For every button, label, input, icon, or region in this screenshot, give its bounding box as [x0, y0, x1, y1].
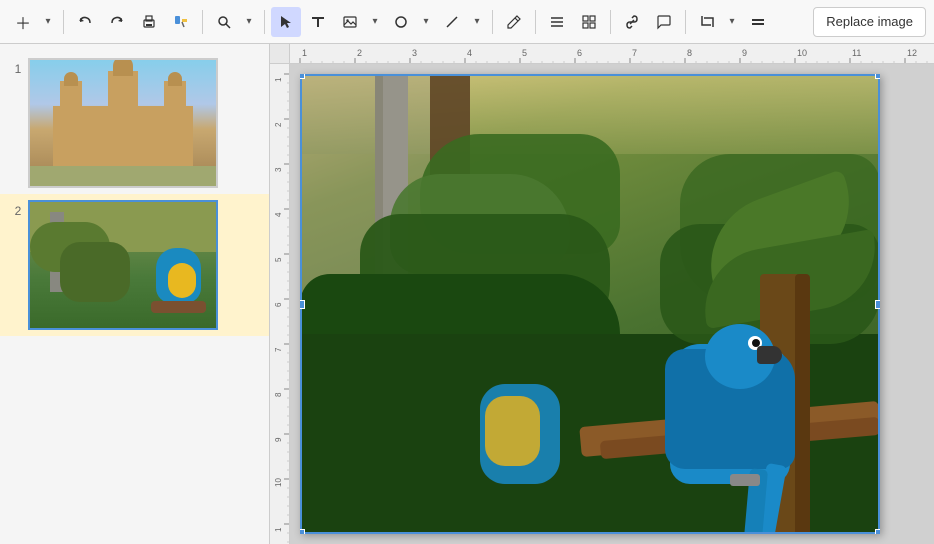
- ruler-corner: [270, 44, 290, 64]
- svg-text:9: 9: [742, 48, 747, 58]
- sep5: [535, 10, 536, 34]
- svg-text:10: 10: [274, 478, 283, 487]
- handle-bl[interactable]: [300, 529, 305, 534]
- layout-btn[interactable]: [574, 7, 604, 37]
- crop-dropdown-btn[interactable]: ▾: [723, 7, 741, 37]
- link-btn[interactable]: [617, 7, 647, 37]
- svg-text:8: 8: [274, 392, 283, 397]
- zoom-group: ▾: [209, 7, 258, 37]
- sep3: [264, 10, 265, 34]
- svg-text:5: 5: [274, 257, 283, 262]
- line-group: ▾: [437, 7, 486, 37]
- slide-2-thumbnail: [28, 200, 218, 330]
- slide-1-item[interactable]: 1 🔗: [0, 52, 269, 194]
- slide-2-item[interactable]: 2: [0, 194, 269, 336]
- add-group: ＋ ▾: [8, 7, 57, 37]
- text-btn[interactable]: [303, 7, 333, 37]
- handle-br[interactable]: [875, 529, 880, 534]
- svg-text:3: 3: [412, 48, 417, 58]
- slide-2-number: 2: [8, 204, 28, 218]
- handle-mr[interactable]: [875, 300, 880, 309]
- image-btn[interactable]: [335, 7, 365, 37]
- svg-text:4: 4: [467, 48, 472, 58]
- crop-btn[interactable]: [692, 7, 722, 37]
- image-dropdown-btn[interactable]: ▾: [366, 7, 384, 37]
- line-dropdown-btn[interactable]: ▾: [468, 7, 486, 37]
- svg-text:2: 2: [357, 48, 362, 58]
- add-btn[interactable]: ＋: [8, 7, 38, 37]
- svg-text:11: 11: [852, 48, 861, 58]
- main-area: 1 🔗: [0, 44, 934, 544]
- slide-canvas[interactable]: [290, 64, 934, 544]
- slide-page: [300, 74, 880, 534]
- ruler-horizontal: 12345678910111213: [270, 44, 934, 64]
- redo-btn[interactable]: [102, 7, 132, 37]
- shape-group: ▾: [386, 7, 435, 37]
- svg-text:12: 12: [907, 48, 917, 58]
- svg-text:7: 7: [632, 48, 637, 58]
- svg-text:8: 8: [687, 48, 692, 58]
- svg-text:6: 6: [577, 48, 582, 58]
- align-btn[interactable]: [542, 7, 572, 37]
- comment-btn[interactable]: [649, 7, 679, 37]
- line-btn[interactable]: [437, 7, 467, 37]
- svg-text:1: 1: [274, 527, 283, 532]
- paint-format-btn[interactable]: [166, 7, 196, 37]
- svg-text:1: 1: [302, 48, 307, 58]
- zoom-btn[interactable]: [209, 7, 239, 37]
- svg-text:4: 4: [274, 212, 283, 217]
- sep7: [685, 10, 686, 34]
- add-dropdown-btn[interactable]: ▾: [39, 7, 57, 37]
- crop-group: ▾: [692, 7, 741, 37]
- handle-tl[interactable]: [300, 74, 305, 79]
- handle-tr[interactable]: [875, 74, 880, 79]
- ruler-h-marks: 12345678910111213: [290, 44, 934, 63]
- svg-text:10: 10: [797, 48, 807, 58]
- more-options-btn[interactable]: [743, 7, 773, 37]
- sep6: [610, 10, 611, 34]
- content-row: 1 2 3 4 5 6 7 8 9 10 1: [270, 64, 934, 544]
- image-group: ▾: [335, 7, 384, 37]
- svg-text:5: 5: [522, 48, 527, 58]
- slide-1-number: 1: [8, 62, 28, 76]
- ruler-vertical: 1 2 3 4 5 6 7 8 9 10 1: [270, 64, 290, 544]
- shape-btn[interactable]: [386, 7, 416, 37]
- sep2: [202, 10, 203, 34]
- shape-dropdown-btn[interactable]: ▾: [417, 7, 435, 37]
- slide-1-preview: [30, 60, 216, 186]
- svg-text:6: 6: [274, 302, 283, 307]
- undo-btn[interactable]: [70, 7, 100, 37]
- handle-ml[interactable]: [300, 300, 305, 309]
- svg-text:9: 9: [274, 437, 283, 442]
- replace-image-btn[interactable]: Replace image: [813, 7, 926, 37]
- sep1: [63, 10, 64, 34]
- pen-btn[interactable]: [499, 7, 529, 37]
- sep4: [492, 10, 493, 34]
- svg-text:1: 1: [274, 77, 283, 82]
- slide-1-thumbnail: [28, 58, 218, 188]
- toolbar: ＋ ▾ ▾ ▾ ▾: [0, 0, 934, 44]
- slides-panel: 1 🔗: [0, 44, 270, 544]
- print-btn[interactable]: [134, 7, 164, 37]
- svg-text:2: 2: [274, 122, 283, 127]
- zoom-dropdown-btn[interactable]: ▾: [240, 7, 258, 37]
- slide-2-preview: [30, 202, 216, 328]
- canvas-area: 12345678910111213 123456789101: [270, 44, 934, 544]
- svg-text:7: 7: [274, 347, 283, 352]
- svg-text:3: 3: [274, 167, 283, 172]
- select-btn[interactable]: [271, 7, 301, 37]
